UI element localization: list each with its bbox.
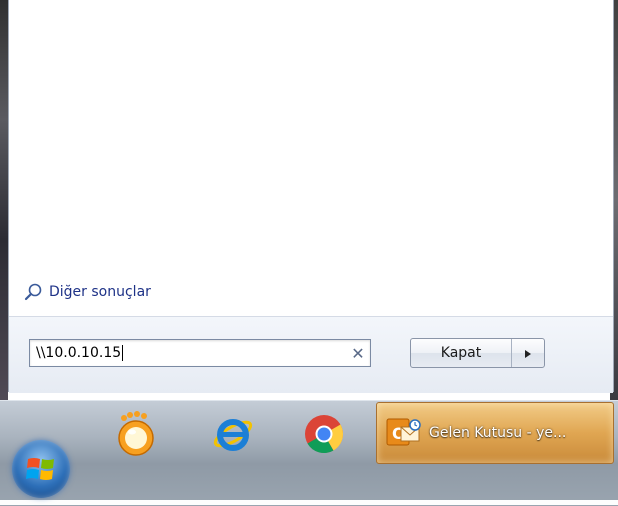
close-icon: ✕ bbox=[351, 343, 365, 363]
gom-player-icon bbox=[114, 410, 158, 462]
taskbar-pin-chrome[interactable] bbox=[294, 406, 354, 466]
taskbar-pin-internet-explorer[interactable] bbox=[203, 406, 263, 466]
task-label: Gelen Kutusu - ye... bbox=[429, 425, 567, 441]
search-icon bbox=[23, 282, 43, 302]
shutdown-options-button[interactable] bbox=[512, 339, 544, 367]
text-caret bbox=[122, 345, 124, 361]
outlook-icon: O bbox=[385, 415, 421, 451]
more-results-link[interactable]: Diğer sonuçlar bbox=[23, 282, 151, 302]
search-results-area bbox=[9, 0, 613, 316]
internet-explorer-icon bbox=[211, 412, 255, 460]
triangle-right-icon bbox=[524, 344, 532, 363]
more-results-label: Diğer sonuçlar bbox=[49, 284, 151, 300]
search-bar: \\10.0.10.15 ✕ Kapat bbox=[9, 316, 613, 393]
start-menu: Diğer sonuçlar \\10.0.10.15 ✕ Kapat bbox=[8, 0, 614, 393]
search-input-field[interactable]: \\10.0.10.15 bbox=[30, 345, 346, 361]
shutdown-button[interactable]: Kapat bbox=[411, 339, 512, 367]
shutdown-group: Kapat bbox=[410, 338, 545, 368]
taskbar-task-outlook[interactable]: O Gelen Kutusu - ye... bbox=[376, 402, 614, 464]
shutdown-label: Kapat bbox=[440, 345, 482, 361]
taskbar-pin-gom-player[interactable] bbox=[106, 406, 166, 466]
desktop-edge-left bbox=[0, 0, 8, 400]
search-input[interactable]: \\10.0.10.15 ✕ bbox=[29, 339, 371, 367]
start-button[interactable] bbox=[12, 440, 70, 498]
search-input-value: \\10.0.10.15 bbox=[36, 345, 122, 361]
taskbar-bottom-strip bbox=[0, 500, 618, 505]
clear-search-button[interactable]: ✕ bbox=[346, 341, 370, 365]
chrome-icon bbox=[302, 412, 346, 460]
